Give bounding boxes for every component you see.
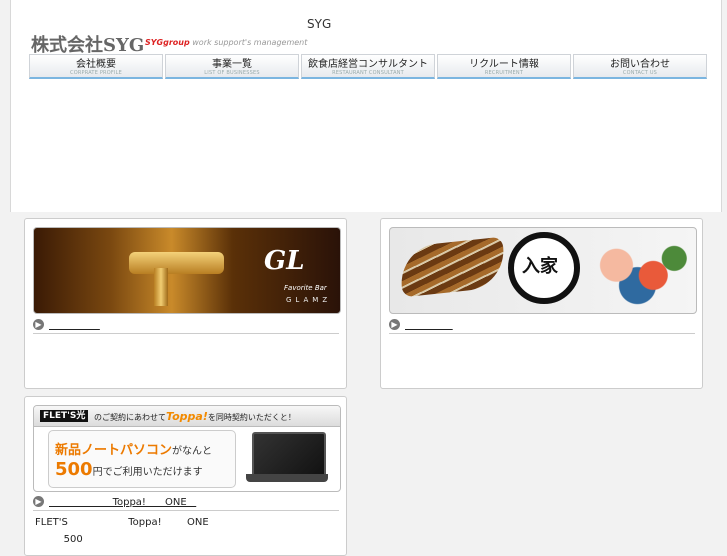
toppa-offer-line1: 新品ノートパソコンがなんと [55, 439, 212, 458]
nav-sublabel: RESTAURANT CONSULTANT [332, 70, 404, 76]
nav-label: リクルート情報 [469, 59, 539, 70]
nav-label: 事業一覧 [212, 59, 252, 70]
laptop-base-graphic [246, 474, 328, 482]
toppa-offer-box: 新品ノートパソコンがなんと 500円でご利用いただけます [48, 430, 236, 488]
sashimi-graphic [585, 238, 690, 306]
business-card-toppa: FLET'S光 のご契約にあわせてToppa!を同時契約いただくと！ 新品ノート… [24, 396, 347, 556]
toppa-link[interactable]: Toppa! ONE [49, 497, 196, 508]
toppa-banner[interactable]: FLET'S光 のご契約にあわせてToppa!を同時契約いただくと！ 新品ノート… [33, 405, 341, 492]
iriya-banner[interactable]: 入家 [389, 227, 697, 314]
toppa-offer-line2: 500円でご利用いただけます [55, 459, 203, 480]
glamz-caption: ▶ [33, 319, 339, 334]
toppa-description-line1: FLET'S Toppa! ONE [35, 517, 209, 528]
main-nav: 会社概要 CORPRATE PROFILE 事業一覧 LIST OF BUSIN… [29, 54, 707, 81]
beer-tap-spout-graphic [154, 268, 168, 306]
toppa-description-line2: 500 [35, 534, 83, 545]
arrow-right-icon: ▶ [33, 496, 44, 507]
nav-item-contact[interactable]: お問い合わせ CONTACT US [573, 54, 707, 79]
arrow-right-icon: ▶ [389, 319, 400, 330]
toppa-caption: ▶ Toppa! ONE [33, 496, 339, 511]
arrow-right-icon: ▶ [33, 319, 44, 330]
toppa-logo: Toppa! [166, 410, 208, 423]
nav-label: 飲食店経営コンサルタント [308, 59, 428, 70]
nav-label: お問い合わせ [610, 59, 670, 70]
nav-item-company-profile[interactable]: 会社概要 CORPRATE PROFILE [29, 54, 163, 79]
site-header: SYG 株式会社SYG SYGgroup work support's mana… [10, 0, 722, 212]
business-card-glamz: GL Favorite Bar GLAMZ ▶ [24, 218, 347, 389]
nav-sublabel: CORPRATE PROFILE [70, 70, 122, 76]
nav-item-restaurant-consultant[interactable]: 飲食店経営コンサルタント RESTAURANT CONSULTANT [301, 54, 435, 79]
site-name: SYG [307, 17, 332, 31]
toppa-headline-post: を同時契約いただくと！ [207, 413, 296, 422]
tagline-text: work support's management [189, 38, 308, 47]
tagline: SYGgroup work support's management [145, 38, 307, 47]
glamz-name: GLAMZ [286, 296, 332, 304]
toppa-offer-connector: がなんと [172, 446, 213, 457]
nav-label: 会社概要 [76, 59, 116, 70]
glamz-logo: GL [264, 246, 305, 276]
glamz-subtitle: Favorite Bar [284, 284, 327, 292]
toppa-banner-headline: のご契約にあわせてToppa!を同時契約いただくと！ [94, 410, 296, 423]
tagline-brand: SYGgroup [145, 38, 190, 47]
toppa-offer-rest: でご利用いただけます [102, 467, 203, 478]
flets-logo: FLET'S光 [40, 410, 89, 422]
beer-tap-graphic [129, 252, 224, 274]
iriya-logo: 入家 [522, 256, 558, 277]
grilled-fish-graphic [397, 236, 508, 298]
glamz-banner[interactable]: GL Favorite Bar GLAMZ [33, 227, 341, 314]
nav-item-recruitment[interactable]: リクルート情報 RECRUITMENT [437, 54, 571, 79]
nav-sublabel: RECRUITMENT [484, 70, 524, 76]
toppa-banner-bar: FLET'S光 のご契約にあわせてToppa!を同時契約いただくと！ [34, 406, 340, 427]
laptop-graphic [252, 432, 326, 478]
nav-item-businesses[interactable]: 事業一覧 LIST OF BUSINESSES [165, 54, 299, 79]
toppa-price-unit: 円 [92, 467, 103, 478]
toppa-headline-pre: のご契約にあわせて [94, 413, 166, 422]
iriya-link[interactable] [405, 320, 453, 331]
toppa-offer-product: 新品ノートパソコン [55, 443, 173, 458]
toppa-price: 500 [55, 459, 93, 480]
business-card-iriya: 入家 ▶ [380, 218, 703, 389]
nav-sublabel: LIST OF BUSINESSES [204, 70, 260, 76]
iriya-caption: ▶ [389, 319, 695, 334]
glamz-link[interactable] [49, 320, 100, 331]
nav-sublabel: CONTACT US [622, 70, 658, 76]
